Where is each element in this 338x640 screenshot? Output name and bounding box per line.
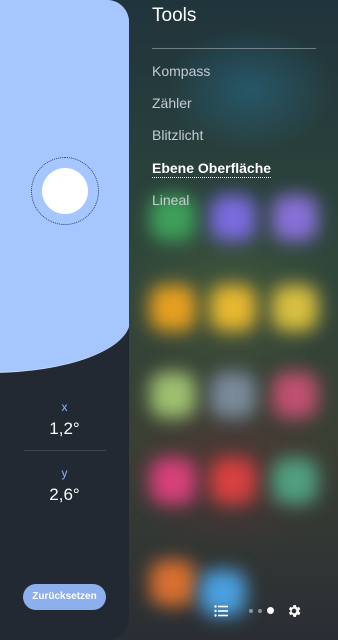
app-icon-blur [272,458,318,504]
axis-divider [24,450,106,451]
menu-item-zaehler[interactable]: Zähler [152,95,192,111]
page-indicator-dot [258,609,262,613]
app-icon-blur [210,285,256,331]
menu-item-blitzlicht[interactable]: Blitzlicht [152,127,203,143]
list-icon[interactable] [214,604,228,618]
app-icon-blur [272,285,318,331]
app-icon-blur [272,195,318,241]
app-icon-blur [150,285,196,331]
app-icon-blur [210,372,256,418]
menu-item-ebene-oberflaeche[interactable]: Ebene Oberfläche [152,160,272,178]
level-bubble [42,168,88,214]
app-icon-blur [272,372,318,418]
app-icon-blur [210,458,256,504]
gear-icon[interactable] [286,603,302,619]
page-indicator-dot-active [267,607,274,614]
app-icon-blur [150,560,196,606]
y-angle-value: 2,6° [49,485,80,504]
reset-button[interactable]: Zurücksetzen [23,584,106,610]
level-tool-panel: x 1,2° y 2,6° Zurücksetzen [0,0,129,640]
page-indicator-dot [249,609,253,613]
menu-item-kompass[interactable]: Kompass [152,63,210,79]
title-divider [152,48,316,49]
app-icon-blur [150,372,196,418]
y-axis-label: y [61,466,68,480]
app-icon-blur [150,458,196,504]
tools-title: Tools [152,5,197,26]
x-angle-value: 1,2° [49,419,80,438]
x-axis-label: x [61,400,68,414]
app-icon-blur [210,195,256,241]
menu-item-lineal[interactable]: Lineal [152,192,189,208]
